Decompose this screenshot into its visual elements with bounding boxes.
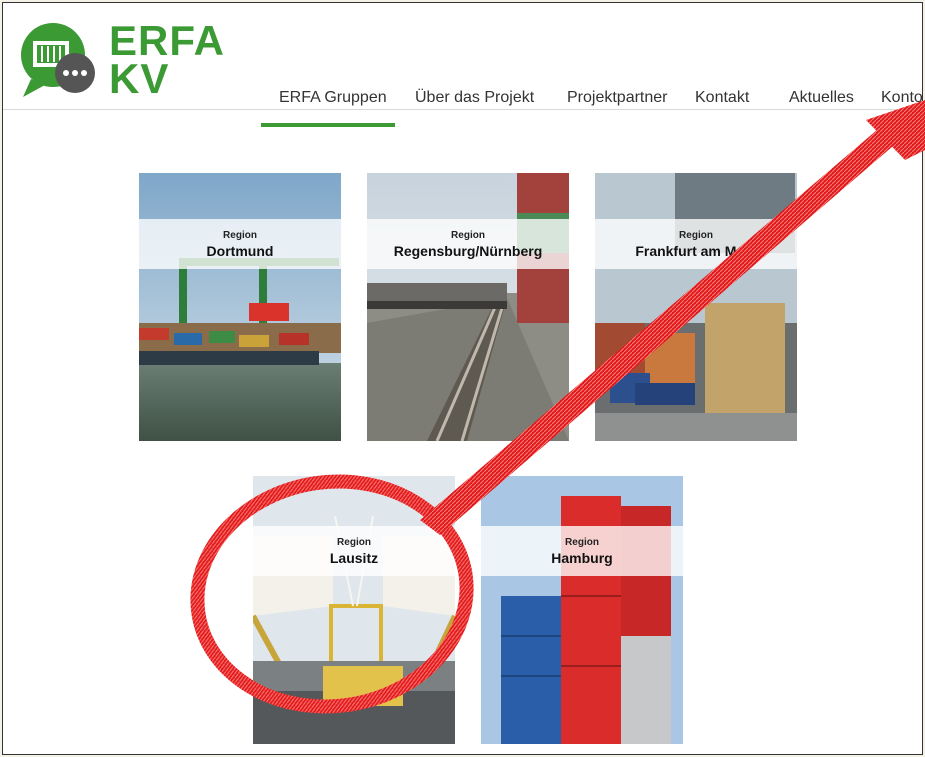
logo-text-kv: KV	[109, 55, 170, 102]
nav-active-indicator	[261, 123, 395, 127]
nav-erfa-gruppen[interactable]: ERFA Gruppen	[279, 89, 387, 107]
crane-photo	[253, 476, 455, 744]
tile-prefix: Region	[565, 537, 599, 548]
containers-photo	[481, 476, 683, 744]
chat-container-icon	[21, 23, 95, 97]
railway-photo	[367, 173, 569, 441]
nav-kontakt[interactable]: Kontakt	[695, 89, 749, 107]
site-logo[interactable]: ERFA KV	[17, 17, 224, 102]
tile-prefix: Region	[451, 230, 485, 241]
tile-title: Regensburg/Nürnberg	[393, 243, 543, 259]
nav-aktuelles[interactable]: Aktuelles	[789, 89, 854, 107]
tile-title: Frankfurt am Main	[635, 243, 757, 259]
tile-title: Hamburg	[551, 550, 613, 566]
tile-prefix: Region	[679, 230, 713, 241]
tile-title: Dortmund	[206, 243, 274, 259]
tile-label: Region Regensburg/Nürnberg	[367, 219, 569, 269]
region-tile-frankfurt-am-main[interactable]: Region Frankfurt am Main	[595, 173, 797, 441]
harbor-photo	[139, 173, 341, 441]
site-header: ERFA KV ERFA Gruppen Über das Projekt Pr…	[3, 3, 922, 127]
nav-ueber-das-projekt[interactable]: Über das Projekt	[415, 89, 534, 107]
region-tile-lausitz[interactable]: Region Lausitz	[253, 476, 455, 744]
browser-frame: ERFA KV ERFA Gruppen Über das Projekt Pr…	[2, 2, 923, 755]
container-terminal-photo	[595, 173, 797, 441]
region-tile-regensburg-nuernberg[interactable]: Region Regensburg/Nürnberg	[367, 173, 569, 441]
tile-prefix: Region	[337, 537, 371, 548]
tile-label: Region Dortmund	[139, 219, 341, 269]
region-tile-hamburg[interactable]: Region Hamburg	[481, 476, 683, 744]
tile-prefix: Region	[223, 230, 257, 241]
tile-label: Region Frankfurt am Main	[595, 219, 797, 269]
nav-projektpartner[interactable]: Projektpartner	[567, 89, 668, 107]
tile-label: Region Hamburg	[481, 526, 683, 576]
tile-title: Lausitz	[329, 550, 379, 566]
nav-konto[interactable]: Konto	[881, 89, 922, 107]
region-tile-dortmund[interactable]: Region Dortmund	[139, 173, 341, 441]
tile-label: Region Lausitz	[253, 526, 455, 576]
